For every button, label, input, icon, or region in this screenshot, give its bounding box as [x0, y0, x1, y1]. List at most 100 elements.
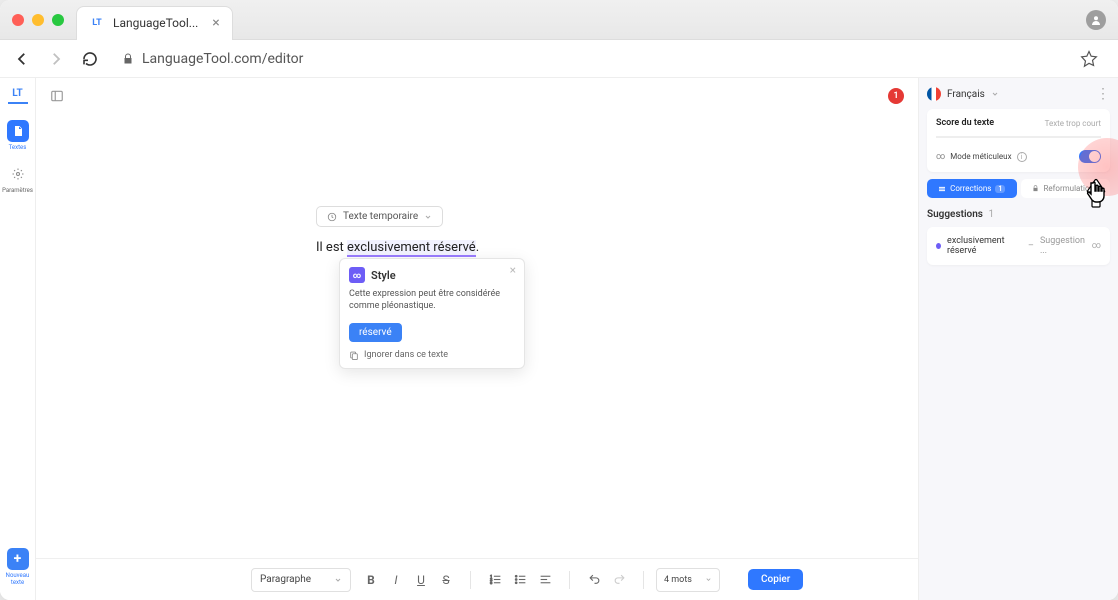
popup-header: ∞ Style: [349, 267, 515, 283]
style-badge-icon: ∞: [349, 267, 365, 283]
tab-reformulations-label: Reformulations: [1043, 184, 1098, 193]
tab-close-icon[interactable]: ×: [212, 15, 219, 31]
separator: [569, 571, 570, 589]
check-icon: [938, 185, 946, 193]
url-field[interactable]: LanguageTool.com/editor: [112, 46, 1108, 72]
ignore-label: Ignorer dans ce texte: [364, 350, 448, 360]
chevron-down-icon: [991, 90, 999, 98]
history-group: [582, 568, 631, 592]
score-bar: [936, 136, 1101, 138]
chevron-down-icon: [334, 576, 342, 584]
traffic-lights: [12, 14, 64, 26]
sidebar-item-label: Paramètres: [2, 187, 33, 194]
editor-text-area[interactable]: Il est exclusivement réservé.: [316, 240, 479, 255]
close-icon[interactable]: ×: [510, 263, 516, 277]
italic-button[interactable]: I: [384, 568, 408, 592]
tab-corrections-badge: 1: [995, 185, 1005, 193]
score-title: Score du texte: [936, 118, 994, 128]
format-group: B I U S: [359, 568, 458, 592]
panel-tabs: Corrections 1 Reformulations: [927, 179, 1110, 198]
document-title: Texte temporaire: [343, 211, 418, 222]
maximize-window-button[interactable]: [52, 14, 64, 26]
lock-icon: [1032, 185, 1039, 192]
new-text-button[interactable]: + Nouveau texte: [2, 544, 34, 590]
copy-button[interactable]: Copier: [748, 569, 803, 590]
url-bar: LanguageTool.com/editor: [0, 40, 1118, 78]
score-card: Score du texte Texte trop court ∞ Mode m…: [927, 109, 1110, 172]
tab-favicon-icon: LT: [89, 15, 105, 31]
editor-header: 1: [36, 84, 918, 108]
titlebar: LT LanguageTool... ×: [0, 0, 1118, 40]
infinity-icon: ∞: [1092, 241, 1101, 251]
clock-icon: [327, 212, 337, 222]
undo-button[interactable]: [582, 568, 606, 592]
popup-title: Style: [371, 269, 396, 282]
document-icon: [7, 120, 29, 142]
user-avatar-icon[interactable]: [1086, 10, 1106, 30]
ignore-icon: [349, 350, 359, 360]
language-selector[interactable]: Français ⋮: [927, 86, 1110, 102]
meticulous-toggle[interactable]: [1079, 150, 1101, 163]
text-prefix: Il est: [316, 240, 347, 255]
list-group: 123: [483, 568, 557, 592]
left-rail: LT Textes Paramètres + Nouveau texte: [0, 78, 36, 600]
infinity-icon: ∞: [936, 152, 945, 162]
bold-button[interactable]: B: [359, 568, 383, 592]
info-icon[interactable]: i: [1017, 152, 1027, 162]
tab-corrections-label: Corrections: [950, 184, 991, 193]
tab-title: LanguageTool...: [113, 16, 198, 30]
underline-button[interactable]: U: [409, 568, 433, 592]
paragraph-style-select[interactable]: Paragraphe: [251, 568, 351, 592]
browser-tab[interactable]: LT LanguageTool... ×: [76, 6, 233, 40]
dash: –: [1028, 241, 1034, 251]
new-text-label: Nouveau texte: [2, 572, 34, 586]
suggestions-count: 1: [988, 209, 994, 220]
highlighted-text[interactable]: exclusivement réservé: [347, 240, 476, 257]
strikethrough-button[interactable]: S: [434, 568, 458, 592]
meticulous-mode-row: ∞ Mode méticuleux i: [936, 150, 1101, 163]
paragraph-label: Paragraphe: [260, 574, 311, 585]
sidebar-item-parametres[interactable]: Paramètres: [2, 159, 34, 198]
suggestion-text: exclusivement réservé: [947, 236, 1022, 256]
forward-button[interactable]: [44, 47, 68, 71]
language-label: Français: [947, 89, 985, 100]
titlebar-right: [1086, 10, 1106, 30]
chevron-down-icon: [424, 213, 432, 221]
suggestions-heading: Suggestions 1: [927, 209, 1110, 220]
minimize-window-button[interactable]: [32, 14, 44, 26]
align-button[interactable]: [533, 568, 557, 592]
bookmark-star-icon[interactable]: [1080, 50, 1098, 68]
chevron-down-icon: [705, 576, 712, 583]
numbered-list-button[interactable]: 123: [483, 568, 507, 592]
separator: [470, 571, 471, 589]
sidebar-item-textes[interactable]: Textes: [2, 116, 34, 155]
word-count-select[interactable]: 4 mots: [656, 568, 720, 592]
close-window-button[interactable]: [12, 14, 24, 26]
notification-badge[interactable]: 1: [888, 88, 904, 104]
document-title-dropdown[interactable]: Texte temporaire: [316, 206, 443, 227]
word-count-label: 4 mots: [664, 575, 692, 585]
text-suffix: .: [476, 240, 479, 255]
apply-suggestion-button[interactable]: réservé: [349, 323, 402, 342]
meticulous-label: Mode méticuleux: [950, 152, 1011, 161]
popup-description: Cette expression peut être considérée co…: [349, 289, 515, 312]
redo-button[interactable]: [607, 568, 631, 592]
suggestion-dot-icon: [936, 243, 941, 249]
lock-icon: [122, 53, 134, 65]
editor-main: 1 Texte temporaire Il est exclusivement …: [36, 78, 918, 600]
score-status: Texte trop court: [1045, 119, 1101, 128]
ignore-button[interactable]: Ignorer dans ce texte: [349, 350, 515, 360]
bullet-list-button[interactable]: [508, 568, 532, 592]
tab-reformulations[interactable]: Reformulations: [1021, 179, 1111, 198]
separator: [643, 571, 644, 589]
plus-icon: +: [7, 548, 29, 570]
back-button[interactable]: [10, 47, 34, 71]
reload-button[interactable]: [78, 47, 102, 71]
more-menu-icon[interactable]: ⋮: [1096, 86, 1110, 102]
tab-corrections[interactable]: Corrections 1: [927, 179, 1017, 198]
panel-toggle-icon[interactable]: [50, 89, 64, 103]
app-logo-icon[interactable]: LT: [8, 84, 28, 104]
flag-france-icon: [927, 87, 941, 101]
suggestion-item[interactable]: exclusivement réservé – Suggestion ... ∞: [927, 227, 1110, 265]
suggestion-label: Suggestion ...: [1040, 236, 1086, 256]
